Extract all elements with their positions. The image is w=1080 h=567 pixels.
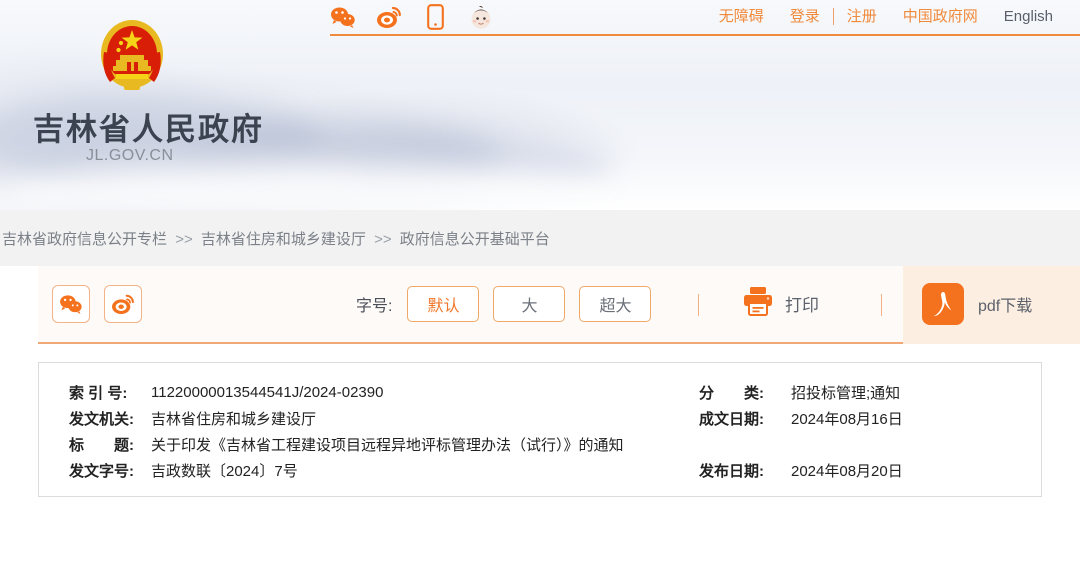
meta-cell-left: 发文机关: 吉林省住房和城乡建设厅 bbox=[39, 408, 679, 429]
wechat-icon[interactable] bbox=[330, 4, 356, 30]
breadcrumb-item-2[interactable]: 政府信息公开基础平台 bbox=[400, 231, 550, 248]
meta-label-index: 索 引 号: bbox=[69, 384, 128, 402]
document-toolbar-container: 字号: 默认 大 超大 打印 pdf下载 bbox=[0, 266, 1080, 362]
breadcrumb: 吉林省政府信息公开专栏 >> 吉林省住房和城乡建设厅 >> 政府信息公开基础平台 bbox=[0, 228, 550, 249]
print-button[interactable]: 打印 bbox=[741, 285, 819, 322]
meta-cell-right: 成文日期: 2024年08月16日 bbox=[679, 408, 1039, 429]
header-mist-decor bbox=[0, 165, 620, 210]
weibo-icon[interactable] bbox=[376, 4, 402, 30]
table-row: 标 题: 关于印发《吉林省工程建设项目远程异地评标管理办法（试行）》的通知 bbox=[39, 431, 1041, 457]
table-row: 发文机关: 吉林省住房和城乡建设厅 成文日期: 2024年08月16日 bbox=[39, 405, 1041, 431]
english-link[interactable]: English bbox=[991, 0, 1066, 33]
font-size-default-button[interactable]: 默认 bbox=[407, 286, 480, 322]
meta-value-written-date: 2024年08月16日 bbox=[791, 410, 903, 428]
pdf-icon bbox=[922, 283, 964, 325]
font-size-large-button[interactable]: 大 bbox=[493, 286, 566, 322]
meta-label-doc-number: 发文字号: bbox=[69, 462, 134, 480]
meta-label-issuer: 发文机关: bbox=[69, 410, 134, 428]
document-meta-box: 索 引 号: 11220000013544541J/2024-02390 分 类… bbox=[38, 362, 1042, 497]
header-nav-underline bbox=[330, 34, 1080, 36]
breadcrumb-separator: >> bbox=[175, 230, 193, 248]
toolbar-divider bbox=[881, 294, 882, 316]
mascot-icon[interactable] bbox=[468, 4, 494, 30]
meta-label-title: 标 题: bbox=[69, 436, 134, 454]
mobile-icon[interactable] bbox=[422, 4, 448, 30]
site-title: 吉林省人民政府 bbox=[33, 112, 264, 148]
share-wechat-button[interactable] bbox=[52, 285, 90, 323]
pdf-download-label: pdf下载 bbox=[978, 298, 1033, 315]
printer-icon bbox=[741, 285, 775, 322]
breadcrumb-separator: >> bbox=[374, 230, 392, 248]
meta-label-category: 分 类: bbox=[699, 384, 764, 402]
font-size-xlarge-button[interactable]: 超大 bbox=[579, 286, 652, 322]
meta-label-publish-date: 发布日期: bbox=[699, 462, 764, 480]
site-domain: JL.GOV.CN bbox=[86, 147, 174, 164]
share-buttons bbox=[52, 285, 142, 323]
breadcrumb-item-1[interactable]: 吉林省住房和城乡建设厅 bbox=[201, 231, 366, 248]
document-toolbar: 字号: 默认 大 超大 打印 pdf下载 bbox=[38, 266, 1080, 344]
login-link[interactable]: 登录 bbox=[777, 0, 833, 33]
meta-cell-right: 发布日期: 2024年08月20日 bbox=[679, 460, 1039, 481]
site-header: 吉林省人民政府 JL.GOV.CN 无障碍 登录 注册 中国政府网 Englis… bbox=[0, 0, 1080, 210]
meta-cell-left: 发文字号: 吉政数联〔2024〕7号 bbox=[39, 460, 679, 481]
meta-value-index: 11220000013544541J/2024-02390 bbox=[151, 383, 384, 401]
meta-value-title: 关于印发《吉林省工程建设项目远程异地评标管理办法（试行）》的通知 bbox=[151, 436, 624, 454]
meta-value-issuer: 吉林省住房和城乡建设厅 bbox=[151, 410, 317, 428]
share-weibo-button[interactable] bbox=[104, 285, 142, 323]
meta-value-category: 招投标管理;通知 bbox=[791, 384, 901, 402]
header-mist-decor bbox=[350, 140, 610, 200]
meta-value-publish-date: 2024年08月20日 bbox=[791, 462, 903, 480]
font-size-controls: 字号: 默认 大 超大 bbox=[356, 286, 665, 322]
meta-cell-left: 索 引 号: 11220000013544541J/2024-02390 bbox=[39, 382, 679, 403]
header-social-icons bbox=[330, 0, 494, 34]
table-row: 索 引 号: 11220000013544541J/2024-02390 分 类… bbox=[39, 379, 1041, 405]
print-label: 打印 bbox=[785, 296, 819, 315]
accessibility-link[interactable]: 无障碍 bbox=[706, 0, 777, 33]
meta-cell-right: 分 类: 招投标管理;通知 bbox=[679, 382, 1039, 403]
font-size-label: 字号: bbox=[356, 298, 393, 315]
breadcrumb-item-0[interactable]: 吉林省政府信息公开专栏 bbox=[2, 231, 167, 248]
table-row: 发文字号: 吉政数联〔2024〕7号 发布日期: 2024年08月20日 bbox=[39, 457, 1041, 483]
meta-value-doc-number: 吉政数联〔2024〕7号 bbox=[151, 462, 298, 480]
china-gov-link[interactable]: 中国政府网 bbox=[890, 0, 991, 33]
document-meta-grid: 索 引 号: 11220000013544541J/2024-02390 分 类… bbox=[39, 363, 1041, 496]
breadcrumb-bar: 吉林省政府信息公开专栏 >> 吉林省住房和城乡建设厅 >> 政府信息公开基础平台 bbox=[0, 210, 1080, 266]
meta-cell-left: 标 题: 关于印发《吉林省工程建设项目远程异地评标管理办法（试行）》的通知 bbox=[39, 434, 679, 455]
national-emblem-china bbox=[96, 12, 168, 98]
pdf-download-button[interactable]: pdf下载 bbox=[922, 283, 1032, 325]
toolbar-divider bbox=[698, 294, 699, 316]
register-link[interactable]: 注册 bbox=[834, 0, 890, 33]
meta-label-written-date: 成文日期: bbox=[699, 410, 764, 428]
header-top-nav: 无障碍 登录 注册 中国政府网 English bbox=[706, 0, 1066, 33]
